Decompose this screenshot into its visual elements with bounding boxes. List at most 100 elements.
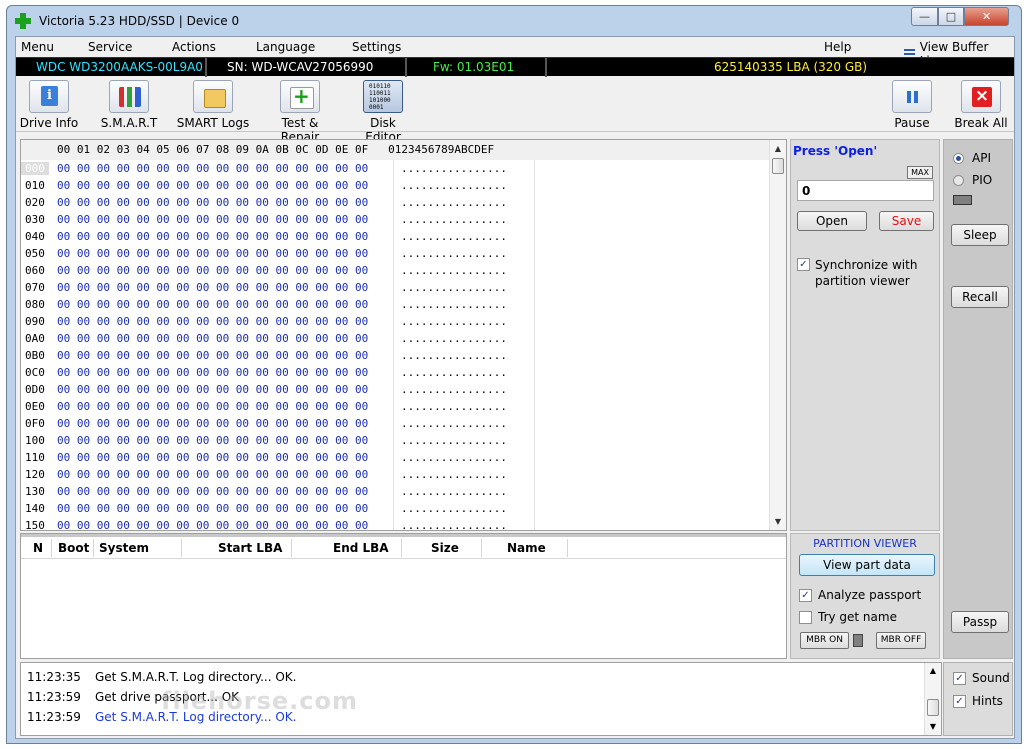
hex-row[interactable]: 020 00 00 00 00 00 00 00 00 00 00 00 00 0… [21, 194, 771, 211]
hex-row[interactable]: 060 00 00 00 00 00 00 00 00 00 00 00 00 0… [21, 262, 771, 279]
hex-row-bytes[interactable]: 00 00 00 00 00 00 00 00 00 00 00 00 00 0… [57, 519, 368, 530]
scroll-up-arrow-icon[interactable]: ▲ [770, 140, 786, 157]
sector-number-input[interactable]: 0 [797, 180, 934, 201]
open-button[interactable]: Open [797, 211, 867, 231]
mbr-on-button[interactable]: MBR ON [800, 632, 849, 649]
menu-settings[interactable]: Settings [352, 40, 401, 54]
passp-button[interactable]: Passp [951, 611, 1009, 633]
hex-row-bytes[interactable]: 00 00 00 00 00 00 00 00 00 00 00 00 00 0… [57, 468, 368, 481]
view-part-data-button[interactable]: View part data [799, 554, 935, 576]
mbr-off-button[interactable]: MBR OFF [876, 632, 926, 649]
hex-row-bytes[interactable]: 00 00 00 00 00 00 00 00 00 00 00 00 00 0… [57, 383, 368, 396]
hex-row[interactable]: 080 00 00 00 00 00 00 00 00 00 00 00 00 0… [21, 296, 771, 313]
scroll-down-arrow-icon[interactable]: ▼ [925, 719, 941, 735]
hex-row[interactable]: 150 00 00 00 00 00 00 00 00 00 00 00 00 0… [21, 517, 771, 530]
hex-row[interactable]: 050 00 00 00 00 00 00 00 00 00 00 00 00 0… [21, 245, 771, 262]
col-system[interactable]: System [99, 541, 149, 561]
sync-checkbox[interactable]: ✓ [797, 258, 810, 271]
hex-row-bytes[interactable]: 00 00 00 00 00 00 00 00 00 00 00 00 00 0… [57, 230, 368, 243]
col-name[interactable]: Name [507, 541, 546, 561]
hex-row-bytes[interactable]: 00 00 00 00 00 00 00 00 00 00 00 00 00 0… [57, 349, 368, 362]
hex-row-ascii[interactable]: ................ [401, 196, 507, 209]
hints-checkbox[interactable]: ✓ [953, 694, 966, 708]
hex-row[interactable]: 0E0 00 00 00 00 00 00 00 00 00 00 00 00 0… [21, 398, 771, 415]
hex-row-bytes[interactable]: 00 00 00 00 00 00 00 00 00 00 00 00 00 0… [57, 298, 368, 311]
hex-row-ascii[interactable]: ................ [401, 400, 507, 413]
scroll-up-arrow-icon[interactable]: ▲ [925, 663, 941, 679]
hex-row[interactable]: 0A0 00 00 00 00 00 00 00 00 00 00 00 00 0… [21, 330, 771, 347]
menu-service[interactable]: Service [88, 40, 132, 54]
hex-row-ascii[interactable]: ................ [401, 264, 507, 277]
hex-row[interactable]: 000 00 00 00 00 00 00 00 00 00 00 00 00 0… [21, 160, 771, 177]
sync-partition-option[interactable]: ✓ Synchronize with partition viewer [797, 257, 925, 289]
hex-row-ascii[interactable]: ................ [401, 366, 507, 379]
disk-editor-button[interactable]: Disk Editor [351, 80, 415, 144]
hex-scrollbar[interactable]: ▲ ▼ [769, 140, 786, 530]
hex-row[interactable]: 030 00 00 00 00 00 00 00 00 00 00 00 00 0… [21, 211, 771, 228]
col-start-lba[interactable]: Start LBA [218, 541, 282, 561]
hex-row-ascii[interactable]: ................ [401, 417, 507, 430]
col-boot[interactable]: Boot [58, 541, 89, 561]
hex-row-ascii[interactable]: ................ [401, 502, 507, 515]
hex-row-bytes[interactable]: 00 00 00 00 00 00 00 00 00 00 00 00 00 0… [57, 434, 368, 447]
analyze-passport-option[interactable]: ✓ Analyze passport [799, 588, 921, 602]
break-all-button[interactable]: Break All [954, 80, 1008, 130]
hex-row[interactable]: 140 00 00 00 00 00 00 00 00 00 00 00 00 0… [21, 500, 771, 517]
hex-row-bytes[interactable]: 00 00 00 00 00 00 00 00 00 00 00 00 00 0… [57, 400, 368, 413]
hex-row-bytes[interactable]: 00 00 00 00 00 00 00 00 00 00 00 00 00 0… [57, 451, 368, 464]
menu-actions[interactable]: Actions [172, 40, 216, 54]
hex-editor[interactable]: 00 01 02 03 04 05 06 07 08 09 0A 0B 0C 0… [20, 139, 787, 531]
hex-row[interactable]: 040 00 00 00 00 00 00 00 00 00 00 00 00 0… [21, 228, 771, 245]
scroll-thumb[interactable] [772, 158, 784, 174]
hex-row-bytes[interactable]: 00 00 00 00 00 00 00 00 00 00 00 00 00 0… [57, 315, 368, 328]
pio-radio[interactable] [953, 174, 964, 186]
hex-row[interactable]: 010 00 00 00 00 00 00 00 00 00 00 00 00 0… [21, 177, 771, 194]
hex-row-ascii[interactable]: ................ [401, 451, 507, 464]
max-button[interactable]: MAX [907, 166, 933, 179]
hints-option[interactable]: ✓ Hints [953, 694, 1003, 708]
hex-row[interactable]: 110 00 00 00 00 00 00 00 00 00 00 00 00 0… [21, 449, 771, 466]
hex-row-ascii[interactable]: ................ [401, 332, 507, 345]
save-button[interactable]: Save [879, 211, 934, 231]
menu-menu[interactable]: Menu [21, 40, 54, 54]
hex-row[interactable]: 0D0 00 00 00 00 00 00 00 00 00 00 00 00 0… [21, 381, 771, 398]
pio-radio-option[interactable]: PIO [953, 173, 992, 187]
hex-row-ascii[interactable]: ................ [401, 162, 507, 175]
test-repair-button[interactable]: Test & Repair [261, 80, 339, 144]
menu-language[interactable]: Language [256, 40, 315, 54]
hex-row-ascii[interactable]: ................ [401, 519, 507, 530]
hex-row-bytes[interactable]: 00 00 00 00 00 00 00 00 00 00 00 00 00 0… [57, 264, 368, 277]
sleep-button[interactable]: Sleep [951, 224, 1009, 246]
hex-row-bytes[interactable]: 00 00 00 00 00 00 00 00 00 00 00 00 00 0… [57, 332, 368, 345]
col-n[interactable]: N [33, 541, 43, 561]
pause-button[interactable]: Pause [889, 80, 935, 130]
hex-row-ascii[interactable]: ................ [401, 468, 507, 481]
hex-row-bytes[interactable]: 00 00 00 00 00 00 00 00 00 00 00 00 00 0… [57, 162, 368, 175]
hex-row-ascii[interactable]: ................ [401, 213, 507, 226]
sound-checkbox[interactable]: ✓ [953, 671, 966, 685]
hex-row-bytes[interactable]: 00 00 00 00 00 00 00 00 00 00 00 00 00 0… [57, 179, 368, 192]
recall-button[interactable]: Recall [951, 286, 1009, 308]
hex-row-ascii[interactable]: ................ [401, 383, 507, 396]
api-radio-option[interactable]: API [953, 151, 991, 165]
scroll-thumb[interactable] [927, 699, 939, 716]
hex-row-bytes[interactable]: 00 00 00 00 00 00 00 00 00 00 00 00 00 0… [57, 417, 368, 430]
hex-row-bytes[interactable]: 00 00 00 00 00 00 00 00 00 00 00 00 00 0… [57, 281, 368, 294]
menu-help[interactable]: Help [824, 40, 851, 54]
hex-row-ascii[interactable]: ................ [401, 281, 507, 294]
hex-row-bytes[interactable]: 00 00 00 00 00 00 00 00 00 00 00 00 00 0… [57, 502, 368, 515]
hex-row[interactable]: 100 00 00 00 00 00 00 00 00 00 00 00 00 0… [21, 432, 771, 449]
hex-row[interactable]: 090 00 00 00 00 00 00 00 00 00 00 00 00 0… [21, 313, 771, 330]
hex-row[interactable]: 120 00 00 00 00 00 00 00 00 00 00 00 00 0… [21, 466, 771, 483]
try-get-name-checkbox[interactable] [799, 610, 812, 624]
hex-row-ascii[interactable]: ................ [401, 247, 507, 260]
close-button[interactable]: ✕ [964, 7, 1009, 26]
hex-row-ascii[interactable]: ................ [401, 434, 507, 447]
sound-option[interactable]: ✓ Sound [953, 671, 1010, 685]
hex-row-ascii[interactable]: ................ [401, 315, 507, 328]
smart-button[interactable]: S.M.A.R.T [99, 80, 159, 130]
analyze-passport-checkbox[interactable]: ✓ [799, 588, 812, 602]
hex-row[interactable]: 130 00 00 00 00 00 00 00 00 00 00 00 00 0… [21, 483, 771, 500]
smart-logs-button[interactable]: SMART Logs [176, 80, 250, 130]
maximize-button[interactable]: □ [938, 7, 964, 26]
